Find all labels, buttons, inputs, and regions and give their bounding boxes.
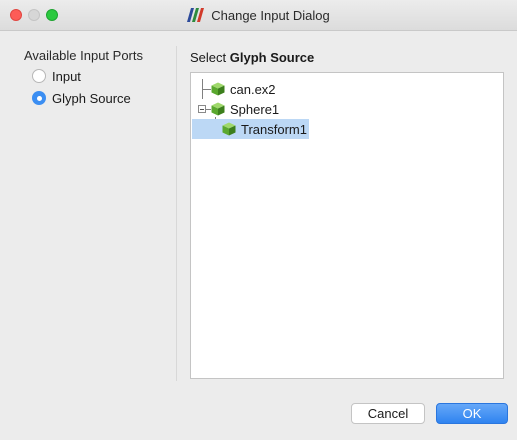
cube-icon [211, 102, 225, 116]
window-title: Change Input Dialog [211, 7, 330, 23]
cancel-button[interactable]: Cancel [351, 403, 425, 424]
pipeline-tree[interactable]: can.ex2 Sphere1 Transform1 [190, 72, 504, 379]
title-bar[interactable]: Change Input Dialog [0, 0, 517, 31]
paraview-app-icon [187, 8, 205, 22]
input-ports-label: Available Input Ports [24, 48, 143, 63]
port-option-label: Input [52, 68, 81, 84]
tree-item[interactable]: can.ex2 [211, 79, 276, 99]
panel-divider [176, 46, 177, 381]
radio-glyph-source[interactable] [32, 91, 46, 105]
source-header: Select Glyph Source [190, 50, 314, 65]
collapse-icon[interactable] [198, 105, 206, 113]
change-input-dialog: Change Input Dialog Available Input Port… [0, 0, 517, 440]
port-option-input[interactable]: Input [32, 67, 174, 85]
source-header-port: Glyph Source [229, 50, 315, 65]
tree-item-label: Sphere1 [230, 101, 280, 117]
cube-icon [222, 122, 236, 136]
port-option-glyph-source[interactable]: Glyph Source [32, 89, 174, 107]
tree-connector-line [202, 89, 211, 90]
tree-item-label: can.ex2 [230, 81, 276, 97]
cube-icon [211, 82, 225, 96]
port-option-label: Glyph Source [52, 90, 131, 106]
ok-button[interactable]: OK [436, 403, 508, 424]
title-group: Change Input Dialog [0, 0, 517, 30]
tree-item[interactable]: Sphere1 [211, 99, 279, 119]
tree-item-label: Transform1 [241, 121, 307, 137]
source-header-prefix: Select [190, 50, 230, 65]
input-ports-panel: Available Input Ports Input Glyph Source [24, 48, 174, 107]
radio-input[interactable] [32, 69, 46, 83]
tree-item-selected[interactable]: Transform1 [192, 119, 309, 139]
